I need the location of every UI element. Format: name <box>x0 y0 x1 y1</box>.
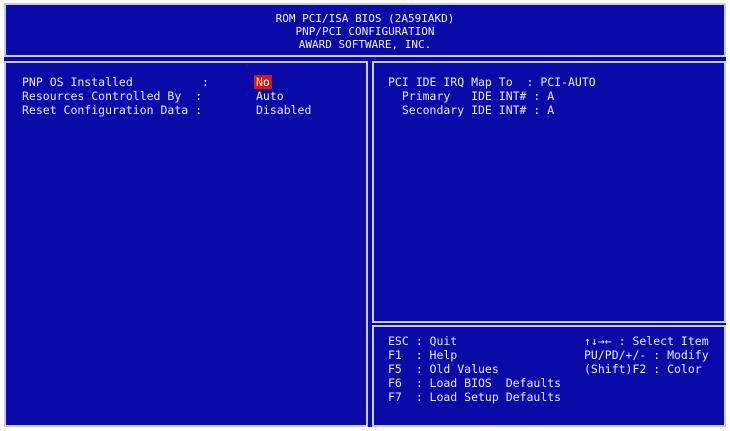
bios-screen: ROM PCI/ISA BIOS (2A59IAKD) PNP/PCI CONF… <box>4 3 726 427</box>
setting-label-pnp-os: PNP OS Installed : <box>22 75 209 89</box>
setting-value-resources-controlled[interactable]: Auto <box>256 89 284 103</box>
setting-value-pnp-os[interactable]: No <box>254 75 272 89</box>
setting-label-resources-controlled: Resources Controlled By : <box>22 89 203 103</box>
help-color: (Shift)F2 : Color <box>584 362 702 376</box>
help-f1-help: F1 : Help <box>388 348 458 362</box>
bios-header: ROM PCI/ISA BIOS (2A59IAKD) PNP/PCI CONF… <box>4 3 726 57</box>
primary-ide-int[interactable]: Primary IDE INT# : A <box>388 89 554 103</box>
secondary-ide-int[interactable]: Secondary IDE INT# : A <box>388 103 554 117</box>
setting-value-reset-config[interactable]: Disabled <box>256 103 311 117</box>
pci-ide-irq-map[interactable]: PCI IDE IRQ Map To : PCI-AUTO <box>388 75 596 89</box>
pci-ide-panel: PCI IDE IRQ Map To : PCI-AUTO Primary ID… <box>372 61 726 323</box>
help-panel: ESC : Quit ↑↓→← : Select Item F1 : Help … <box>372 325 726 427</box>
bios-title: ROM PCI/ISA BIOS (2A59IAKD) <box>275 12 455 25</box>
help-select-item: ↑↓→← : Select Item <box>584 334 709 348</box>
settings-panel: PNP OS Installed : No Resources Controll… <box>4 61 368 427</box>
help-f7-setup-defaults: F7 : Load Setup Defaults <box>388 390 562 404</box>
help-f5-old-values: F5 : Old Values <box>388 362 499 376</box>
vendor-name: AWARD SOFTWARE, INC. <box>298 38 432 51</box>
page-title: PNP/PCI CONFIGURATION <box>295 25 435 38</box>
help-esc-quit: ESC : Quit <box>388 334 458 348</box>
help-f6-bios-defaults: F6 : Load BIOS Defaults <box>388 376 562 390</box>
help-modify: PU/PD/+/- : Modify <box>584 348 709 362</box>
setting-label-reset-config: Reset Configuration Data : <box>22 103 203 117</box>
